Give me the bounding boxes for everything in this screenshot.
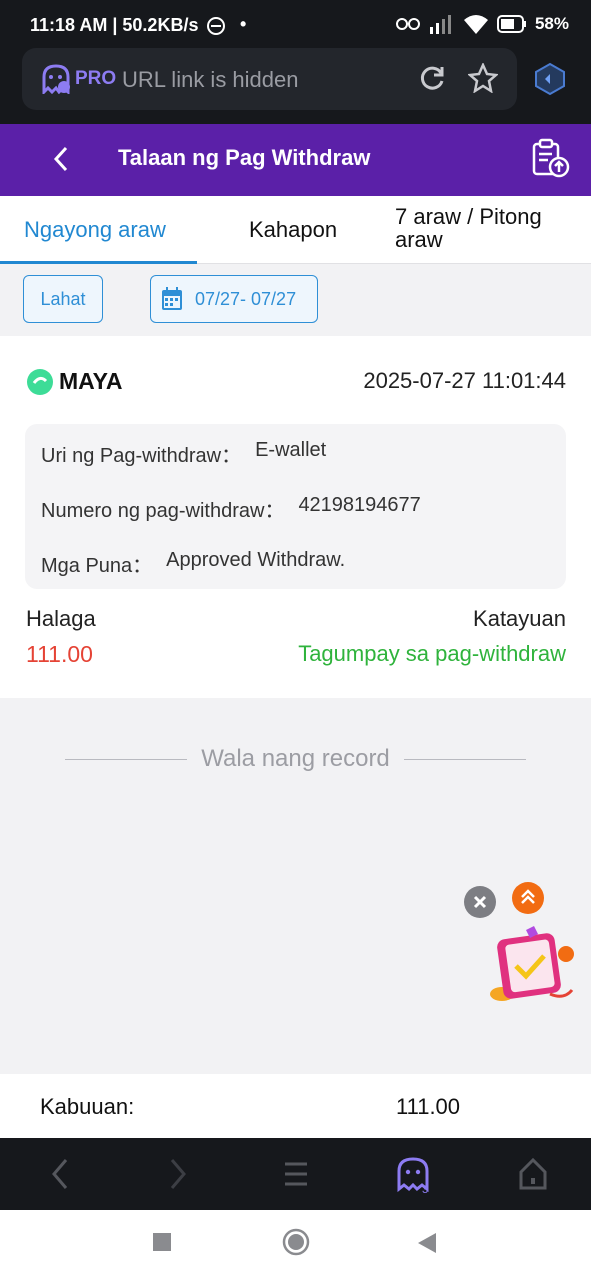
total-bar: Kabuuan: 111.00	[0, 1074, 591, 1138]
calendar-icon	[162, 287, 182, 310]
number-label: Numero ng pag-withdraw：	[41, 500, 285, 522]
filter-all-button[interactable]: Lahat	[23, 275, 103, 323]
nav-forward-icon[interactable]	[166, 1156, 190, 1192]
home-icon[interactable]	[518, 1156, 548, 1192]
record-details: Uri ng Pag-withdraw： E-wallet Numero ng …	[25, 424, 566, 589]
date-tabs: Ngayong araw Kahapon 7 araw / Pitong ara…	[0, 196, 591, 264]
signal-icon	[429, 15, 451, 34]
status-value: Tagumpay sa pag-withdraw	[298, 641, 566, 666]
provider-logo: MAYA	[27, 368, 123, 395]
maya-logo-icon	[27, 368, 53, 395]
system-back-icon[interactable]	[416, 1232, 438, 1254]
type-label: Uri ng Pag-withdraw：	[41, 445, 242, 467]
export-icon[interactable]	[530, 138, 570, 178]
pro-label: PRO	[75, 68, 117, 89]
provider-name: MAYA	[59, 368, 123, 394]
chevron-up-icon	[521, 889, 535, 904]
divider-left	[65, 758, 188, 760]
total-label: Kabuuan:	[40, 1094, 135, 1119]
filter-all-label: Lahat	[40, 288, 86, 309]
system-nav-bar	[0, 1210, 591, 1280]
wifi-icon	[463, 15, 488, 34]
float-close-button[interactable]	[464, 886, 496, 918]
tab-today[interactable]: Ngayong araw	[0, 196, 197, 264]
remarks-value: Approved Withdraw.	[166, 549, 346, 571]
detail-row-type: Uri ng Pag-withdraw： E-wallet	[41, 439, 326, 468]
system-home-icon[interactable]	[282, 1228, 310, 1256]
close-icon	[473, 895, 487, 909]
recent-apps-icon[interactable]	[152, 1232, 172, 1252]
status-label: Katayuan	[473, 606, 566, 631]
divider-right	[403, 758, 527, 760]
date-range-button[interactable]: 07/27- 07/27	[150, 275, 318, 323]
shield-icon[interactable]	[533, 62, 567, 96]
number-value: 42198194677	[298, 494, 421, 516]
float-expand-button[interactable]	[512, 882, 544, 914]
browser-toolbar: PRO URL link is hidden	[0, 40, 591, 124]
url-bar[interactable]: PRO URL link is hidden	[22, 48, 517, 110]
no-record-text: Wala nang record	[201, 745, 390, 772]
detail-row-number: Numero ng pag-withdraw： 42198194677	[41, 494, 421, 523]
tab-count: 3	[422, 1184, 429, 1196]
record-datetime: 2025-07-27 11:01:44	[363, 368, 566, 393]
filter-bar: Lahat 07/27- 07/27	[0, 265, 591, 335]
dnd-icon	[207, 17, 225, 35]
amount-value: 111.00	[26, 641, 93, 667]
amount-label: Halaga	[26, 606, 96, 631]
url-text: URL link is hidden	[122, 67, 299, 92]
date-range-label: 07/27- 07/27	[195, 288, 297, 309]
back-arrow-icon[interactable]	[50, 144, 72, 174]
type-value: E-wallet	[255, 439, 327, 461]
status-time: 11:18 AM | 50.2KB/s	[30, 15, 199, 35]
battery-icon	[496, 15, 526, 33]
detail-row-remarks: Mga Puna： Approved Withdraw.	[41, 549, 345, 578]
dot-icon: •	[240, 14, 247, 34]
app-header: Talaan ng Pag Withdraw	[0, 124, 591, 196]
browser-nav-bar: 3	[0, 1138, 591, 1210]
battery-percent: 58%	[534, 14, 569, 33]
no-more-records: Wala nang record	[65, 744, 527, 774]
pro-ghost-icon	[42, 64, 70, 94]
withdraw-record-card[interactable]: MAYA 2025-07-27 11:01:44 Uri ng Pag-with…	[0, 336, 591, 698]
ghost-tabs-icon	[397, 1157, 429, 1193]
star-icon[interactable]	[468, 63, 498, 93]
menu-icon[interactable]	[283, 1156, 309, 1192]
remarks-label: Mga Puna：	[41, 555, 153, 577]
hotspot-icon	[395, 18, 420, 30]
gift-box-icon[interactable]	[486, 924, 576, 1008]
page-title: Talaan ng Pag Withdraw	[118, 145, 371, 170]
reload-icon[interactable]	[418, 64, 446, 92]
tab-switcher-button[interactable]: 3	[396, 1156, 436, 1196]
nav-back-icon[interactable]	[48, 1156, 72, 1192]
tab-seven-days[interactable]: 7 araw / Pitong araw	[395, 205, 575, 273]
total-value: 111.00	[396, 1094, 461, 1119]
